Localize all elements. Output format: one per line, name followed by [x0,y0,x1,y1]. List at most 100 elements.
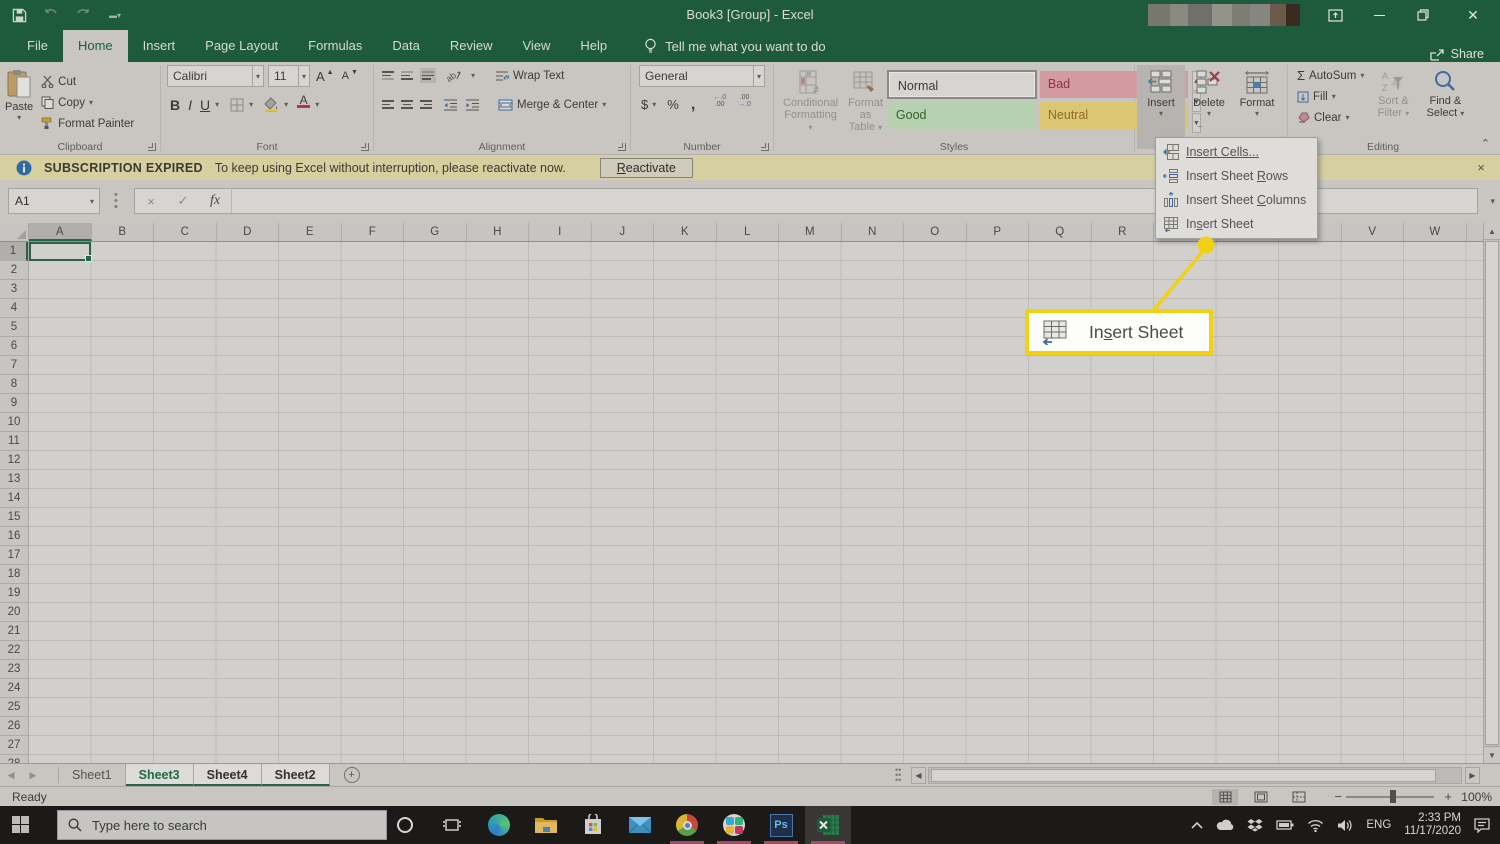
wrap-text-button[interactable]: Wrap Text [492,65,567,86]
column-header-d[interactable]: D [217,223,280,241]
row-header-10[interactable]: 10 [0,413,28,432]
align-right-icon[interactable] [420,98,432,111]
copy-button[interactable]: Copy ▾ [38,92,137,113]
underline-caret-icon[interactable]: ▾ [215,102,219,108]
menu-item-insert-sheet-rows[interactable]: Insert Sheet Rows [1156,164,1317,188]
tab-insert[interactable]: Insert [128,30,191,62]
number-dialog-launcher-icon[interactable] [761,143,769,151]
column-header-l[interactable]: L [717,223,780,241]
menu-item-insert-sheet[interactable]: Insert Sheet [1156,212,1317,236]
horizontal-scroll-thumb[interactable] [931,769,1436,782]
expand-formula-bar-icon[interactable]: ▾ [1490,196,1495,207]
row-header-23[interactable]: 23 [0,660,28,679]
row-header-11[interactable]: 11 [0,432,28,451]
photoshop-icon[interactable]: Ps [758,806,804,844]
column-header-b[interactable]: B [92,223,155,241]
top-align-icon[interactable] [382,69,394,82]
underline-button[interactable]: U [197,94,213,115]
font-color-button[interactable]: A [294,94,313,115]
row-header-7[interactable]: 7 [0,356,28,375]
row-header-19[interactable]: 19 [0,584,28,603]
bold-button[interactable]: B [167,94,183,115]
borders-button[interactable] [227,94,247,115]
sheet-tab-sheet2[interactable]: Sheet2 [262,764,330,786]
fill-color-button[interactable] [261,94,282,115]
normal-view-icon[interactable] [1212,789,1238,805]
fill-button[interactable]: Fill ▾ [1294,86,1367,107]
formula-bar-grip[interactable]: ••• [114,192,118,210]
tab-scroll-splitter[interactable]: •••••• [895,768,901,783]
zoom-level[interactable]: 100% [1461,790,1492,804]
conditional-formatting-button[interactable]: ≠ ConditionalFormatting ▾ [778,65,843,133]
message-bar-close-icon[interactable]: × [1470,155,1492,180]
row-header-15[interactable]: 15 [0,508,28,527]
tab-formulas[interactable]: Formulas [293,30,377,62]
row-header-1[interactable]: 1 [0,242,28,261]
column-header-i[interactable]: I [529,223,592,241]
excel-icon[interactable] [805,806,851,844]
column-header-e[interactable]: E [279,223,342,241]
tab-home[interactable]: Home [63,30,128,62]
row-header-28[interactable]: 28 [0,755,28,763]
format-painter-button[interactable]: Format Painter [38,113,137,134]
horizontal-scrollbar[interactable] [928,767,1462,784]
row-header-8[interactable]: 8 [0,375,28,394]
column-header-f[interactable]: F [342,223,405,241]
tell-me-box[interactable]: Tell me what you want to do [644,30,825,62]
format-as-table-button[interactable]: Format asTable ▾ [843,65,888,133]
sheet-tab-sheet3[interactable]: Sheet3 [126,764,194,786]
autosum-button[interactable]: Σ AutoSum ▾ [1294,65,1367,86]
fill-color-caret-icon[interactable]: ▾ [284,102,288,108]
vertical-scrollbar[interactable]: ▲ ▼ [1483,223,1500,763]
taskbar-clock[interactable]: 2:33 PM 11/17/2020 [1404,812,1461,838]
decrease-indent-icon[interactable] [443,94,458,115]
tab-page-layout[interactable]: Page Layout [190,30,293,62]
borders-caret-icon[interactable]: ▾ [249,102,253,108]
align-left-icon[interactable] [382,98,394,111]
task-view-icon[interactable] [429,806,475,844]
column-header-h[interactable]: H [467,223,530,241]
column-header-j[interactable]: J [592,223,655,241]
font-color-caret-icon[interactable]: ▾ [315,102,319,108]
accounting-format-button[interactable]: $▾ [639,94,658,115]
increase-decimal-button[interactable]: ←.0.00 [710,94,729,115]
style-good[interactable]: Good [888,102,1036,129]
row-header-21[interactable]: 21 [0,622,28,641]
collapse-ribbon-icon[interactable]: ⌃ [1481,137,1490,150]
column-header-m[interactable]: M [779,223,842,241]
scroll-up-icon[interactable]: ▲ [1484,223,1500,240]
row-header-18[interactable]: 18 [0,565,28,584]
sheet-tab-sheet1[interactable]: Sheet1 [59,764,126,786]
column-header-q[interactable]: Q [1029,223,1092,241]
microsoft-store-icon[interactable] [570,806,616,844]
selected-cell-a1[interactable] [29,242,91,261]
zoom-out-icon[interactable]: − [1334,789,1342,804]
share-button[interactable]: Share [1430,47,1484,61]
scroll-down-icon[interactable]: ▼ [1484,746,1500,763]
row-header-27[interactable]: 27 [0,736,28,755]
menu-item-insert-cells[interactable]: Insert Cells... [1156,140,1317,164]
name-box-caret-icon[interactable]: ▾ [85,197,99,206]
row-header-26[interactable]: 26 [0,717,28,736]
tab-file[interactable]: File [12,30,63,62]
orientation-caret-icon[interactable]: ▾ [471,73,475,79]
paste-button[interactable]: Paste ▾ [0,65,38,121]
style-normal[interactable]: Normal [888,71,1036,98]
sheet-nav-left-icon[interactable]: ◀ [0,764,22,786]
row-header-4[interactable]: 4 [0,299,28,318]
column-header-k[interactable]: K [654,223,717,241]
clipboard-dialog-launcher-icon[interactable] [148,143,156,151]
increase-indent-icon[interactable] [465,94,480,115]
column-header-c[interactable]: C [154,223,217,241]
decrease-font-size-button[interactable]: A▼ [340,66,360,87]
cancel-icon[interactable]: × [135,189,167,213]
column-header-r[interactable]: R [1092,223,1155,241]
column-header-g[interactable]: G [404,223,467,241]
row-header-17[interactable]: 17 [0,546,28,565]
mail-icon[interactable] [617,806,663,844]
column-header-o[interactable]: O [904,223,967,241]
row-header-6[interactable]: 6 [0,337,28,356]
row-header-25[interactable]: 25 [0,698,28,717]
align-center-icon[interactable] [401,98,413,111]
middle-align-icon[interactable] [401,69,413,82]
